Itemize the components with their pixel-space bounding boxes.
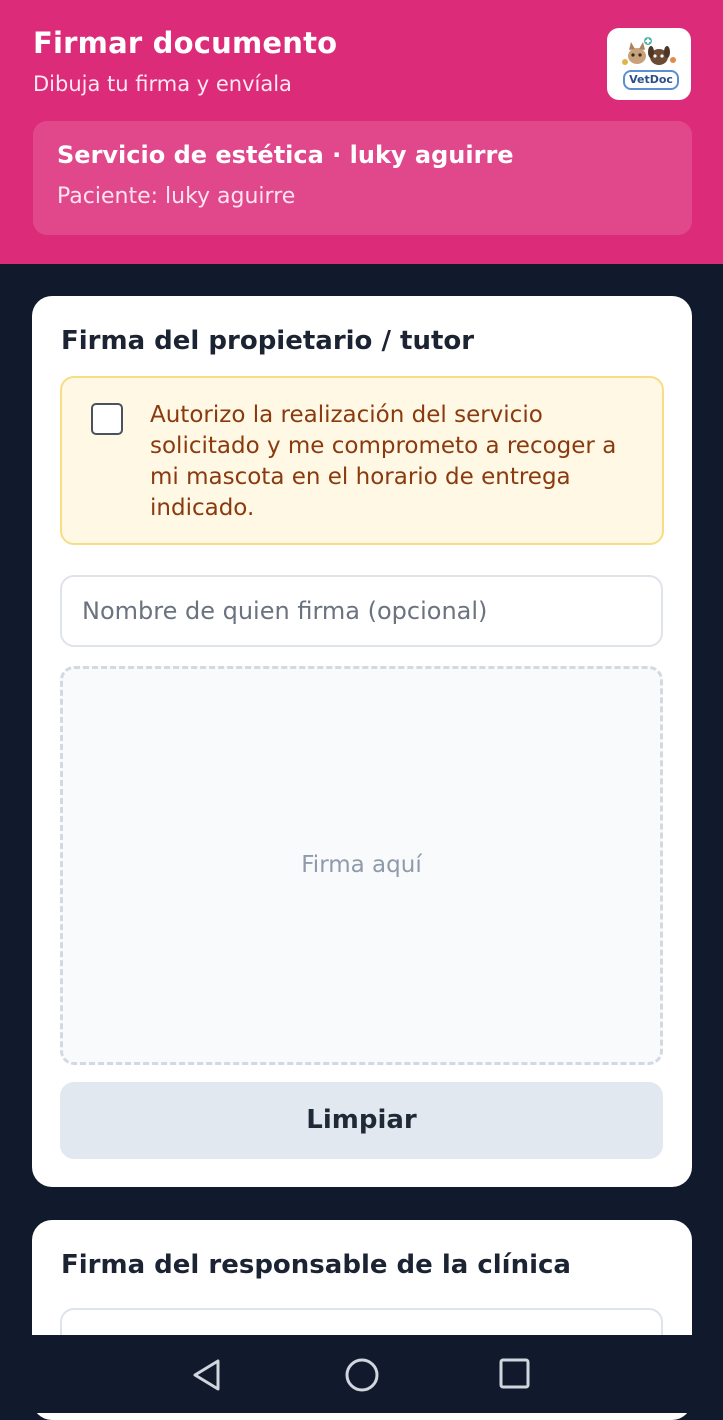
signature-placeholder: Firma aquí <box>301 852 422 878</box>
pets-icon <box>622 37 676 65</box>
owner-section-title: Firma del propietario / tutor <box>61 326 475 356</box>
page-title: Firmar documento <box>33 26 338 60</box>
logo-text: VetDoc <box>623 70 679 90</box>
recents-icon[interactable] <box>498 1357 532 1391</box>
signature-pad[interactable]: Firma aquí <box>60 666 663 1065</box>
signer-name-input[interactable] <box>60 575 663 647</box>
consent-text: Autorizo la realización del servicio sol… <box>150 402 617 521</box>
clear-button[interactable]: Limpiar <box>60 1082 663 1159</box>
page-subtitle: Dibuja tu firma y envíala <box>33 72 292 96</box>
consent-checkbox[interactable] <box>91 403 123 435</box>
vetdoc-logo: VetDoc <box>607 28 691 100</box>
service-info-card: Servicio de estética · luky aguirre Paci… <box>33 121 692 235</box>
system-navbar <box>0 1335 723 1413</box>
service-title: Servicio de estética · luky aguirre <box>57 141 514 169</box>
owner-signature-card: Firma del propietario / tutor Autorizo l… <box>32 296 692 1187</box>
home-icon[interactable] <box>343 1357 381 1395</box>
back-icon[interactable] <box>190 1357 224 1393</box>
header: Firmar documento Dibuja tu firma y envía… <box>0 0 723 264</box>
consent-box: Autorizo la realización del servicio sol… <box>60 376 664 545</box>
clinic-section-title: Firma del responsable de la clínica <box>61 1250 571 1280</box>
patient-label: Paciente: luky aguirre <box>57 184 296 209</box>
